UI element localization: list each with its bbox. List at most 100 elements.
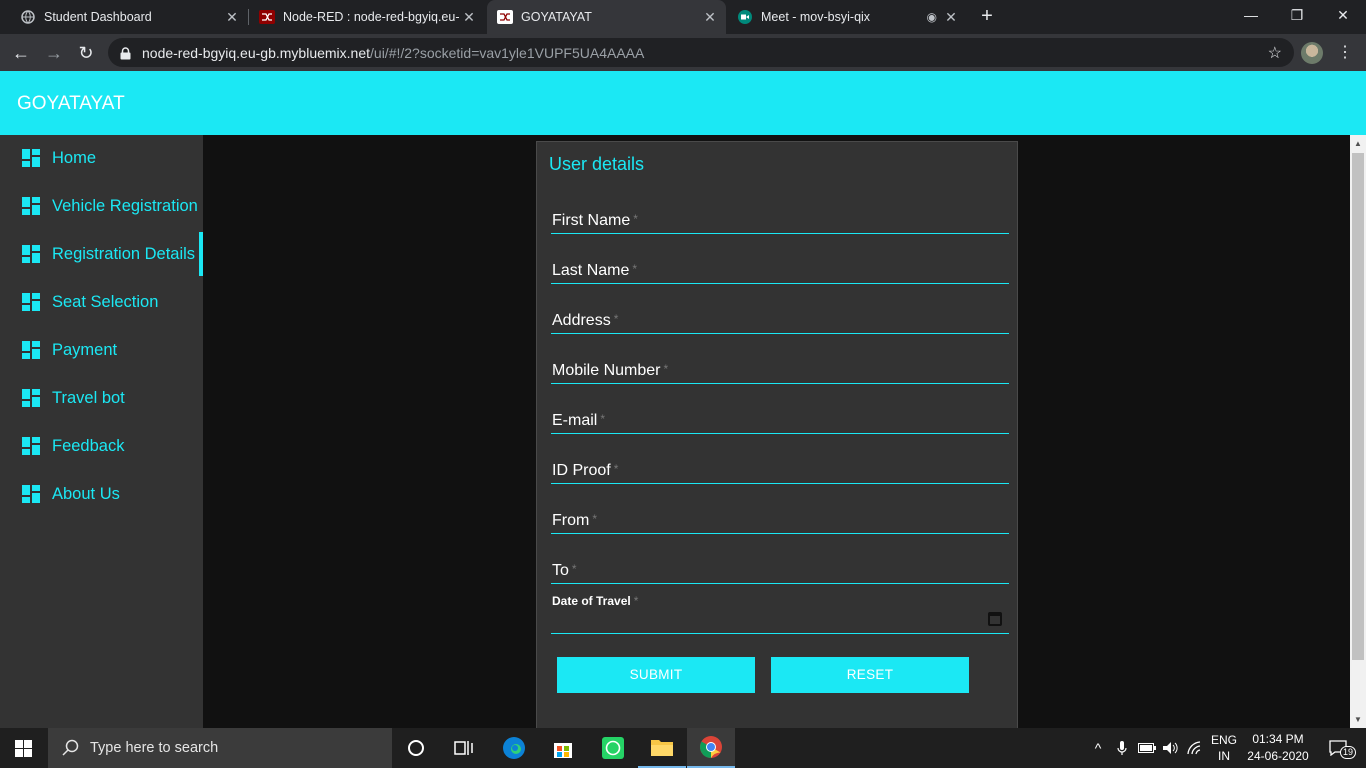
- sidebar-item-label: Feedback: [52, 436, 125, 455]
- url-text: node-red-bgyiq.eu-gb.mybluemix.net/ui/#!…: [142, 45, 644, 61]
- close-tab-icon[interactable]: ✕: [222, 9, 242, 26]
- tab-node-red[interactable]: Node-RED : node-red-bgyiq.eu-g ✕: [249, 0, 485, 34]
- scroll-up-icon[interactable]: ▲: [1350, 139, 1366, 148]
- required-mark: *: [613, 312, 619, 326]
- cortana-icon[interactable]: [392, 728, 440, 768]
- app-title: GOYATAYAT: [17, 93, 125, 114]
- sidebar-item-label: Vehicle Registration: [52, 196, 198, 215]
- field-label: From *: [552, 512, 597, 530]
- bookmark-star-icon[interactable]: ☆: [1268, 43, 1282, 63]
- tray-overflow-icon[interactable]: ^: [1088, 728, 1108, 768]
- sidebar-item-seat-selection[interactable]: Seat Selection: [0, 280, 203, 324]
- calendar-icon[interactable]: [988, 612, 1002, 626]
- address-field[interactable]: Address *: [551, 294, 1009, 334]
- search-placeholder: Type here to search: [90, 740, 219, 756]
- forward-arrow-icon[interactable]: →: [43, 42, 65, 64]
- volume-icon[interactable]: [1160, 728, 1182, 768]
- back-arrow-icon[interactable]: ←: [10, 42, 32, 64]
- email-field[interactable]: E-mail *: [551, 394, 1009, 434]
- file-explorer-icon[interactable]: [638, 728, 686, 768]
- tab-title: Student Dashboard: [44, 10, 152, 24]
- clock[interactable]: 01:34 PM 24-06-2020: [1244, 728, 1312, 768]
- recording-indicator-icon: ◉: [926, 10, 937, 24]
- field-label: Mobile Number *: [552, 362, 668, 380]
- taskbar-search-box[interactable]: Type here to search: [48, 728, 392, 768]
- region-code: IN: [1218, 749, 1230, 763]
- windows-start-icon[interactable]: [15, 740, 32, 757]
- tab-student-dashboard[interactable]: Student Dashboard ✕: [0, 0, 248, 34]
- tab-meet[interactable]: Meet - mov-bsyi-qix ◉ ✕: [727, 0, 967, 34]
- task-view-icon[interactable]: [440, 728, 488, 768]
- url-path: /ui/#!/2?socketid=vav1yle1VUPF5UA4AAAA: [370, 44, 645, 61]
- required-mark: *: [600, 412, 606, 426]
- node-red-icon: [497, 9, 513, 25]
- close-window-button[interactable]: ✕: [1320, 0, 1366, 30]
- tab-title: Node-RED : node-red-bgyiq.eu-g: [283, 10, 459, 24]
- edge-icon[interactable]: [490, 728, 538, 768]
- dashboard-icon: [22, 485, 40, 503]
- close-tab-icon[interactable]: ✕: [700, 9, 720, 26]
- meet-icon: [737, 9, 753, 25]
- new-tab-button[interactable]: +: [976, 5, 998, 27]
- field-label-text: E-mail: [552, 412, 598, 429]
- field-label: E-mail *: [552, 412, 605, 430]
- required-mark: *: [613, 462, 619, 476]
- sidebar-item-payment[interactable]: Payment: [0, 328, 203, 372]
- field-label-text: Last Name: [552, 262, 630, 279]
- dashboard-icon: [22, 293, 40, 311]
- required-mark: *: [632, 262, 638, 276]
- whatsapp-icon[interactable]: [589, 728, 637, 768]
- date-of-travel-input[interactable]: [551, 604, 1009, 634]
- notification-center-icon[interactable]: 19: [1318, 728, 1358, 768]
- restore-button[interactable]: ❐: [1274, 0, 1320, 30]
- wifi-icon[interactable]: [1184, 728, 1206, 768]
- battery-icon[interactable]: [1136, 728, 1158, 768]
- node-red-icon: [259, 9, 275, 25]
- scroll-down-icon[interactable]: ▼: [1350, 715, 1366, 724]
- dashboard-icon: [22, 437, 40, 455]
- close-tab-icon[interactable]: ✕: [459, 9, 479, 26]
- profile-avatar[interactable]: [1301, 42, 1323, 64]
- language-code: ENG: [1210, 733, 1237, 747]
- sidebar-item-travel-bot[interactable]: Travel bot: [0, 376, 203, 420]
- field-label-text: Address: [552, 312, 611, 329]
- tab-title: GOYATAYAT: [521, 10, 592, 24]
- tab-goyatayat[interactable]: GOYATAYAT ✕: [487, 0, 726, 34]
- microphone-icon[interactable]: [1112, 728, 1132, 768]
- from-field[interactable]: From *: [551, 494, 1009, 534]
- dashboard-icon: [22, 245, 40, 263]
- submit-button[interactable]: SUBMIT: [557, 657, 755, 693]
- id-proof-field[interactable]: ID Proof *: [551, 444, 1009, 484]
- sidebar-item-label: Seat Selection: [52, 292, 159, 311]
- to-field[interactable]: To *: [551, 544, 1009, 584]
- field-label-text: To: [552, 562, 569, 579]
- first-name-field[interactable]: First Name *: [551, 194, 1009, 234]
- sidebar-item-label: About Us: [52, 484, 120, 503]
- page-scrollbar[interactable]: ▲ ▼: [1350, 135, 1366, 728]
- store-icon[interactable]: [539, 728, 587, 768]
- reload-icon[interactable]: ↻: [75, 42, 97, 64]
- field-label: ID Proof *: [552, 462, 618, 480]
- language-indicator[interactable]: ENG IN: [1208, 728, 1240, 768]
- required-mark: *: [633, 212, 638, 226]
- chrome-icon[interactable]: [687, 728, 735, 768]
- last-name-field[interactable]: Last Name *: [551, 244, 1009, 284]
- address-bar[interactable]: node-red-bgyiq.eu-gb.mybluemix.net/ui/#!…: [108, 38, 1294, 67]
- reset-button[interactable]: RESET: [771, 657, 969, 693]
- sidebar-item-registration-details[interactable]: Registration Details: [0, 232, 203, 276]
- sidebar-item-feedback[interactable]: Feedback: [0, 424, 203, 468]
- close-tab-icon[interactable]: ✕: [941, 9, 961, 26]
- clock-time: 01:34 PM: [1252, 732, 1304, 746]
- required-mark: *: [592, 512, 597, 526]
- scrollbar-thumb[interactable]: [1352, 153, 1364, 660]
- field-label: Address *: [552, 312, 618, 330]
- notification-count-badge: 19: [1340, 746, 1357, 759]
- more-menu-icon[interactable]: ⋮: [1337, 42, 1353, 64]
- sidebar-item-home[interactable]: Home: [0, 136, 203, 180]
- dashboard-icon: [22, 197, 40, 215]
- field-label-text: From: [552, 512, 590, 529]
- mobile-number-field[interactable]: Mobile Number *: [551, 344, 1009, 384]
- minimize-button[interactable]: —: [1228, 0, 1274, 30]
- sidebar-item-about-us[interactable]: About Us: [0, 472, 203, 516]
- sidebar-item-vehicle-registration[interactable]: Vehicle Registration: [0, 184, 203, 228]
